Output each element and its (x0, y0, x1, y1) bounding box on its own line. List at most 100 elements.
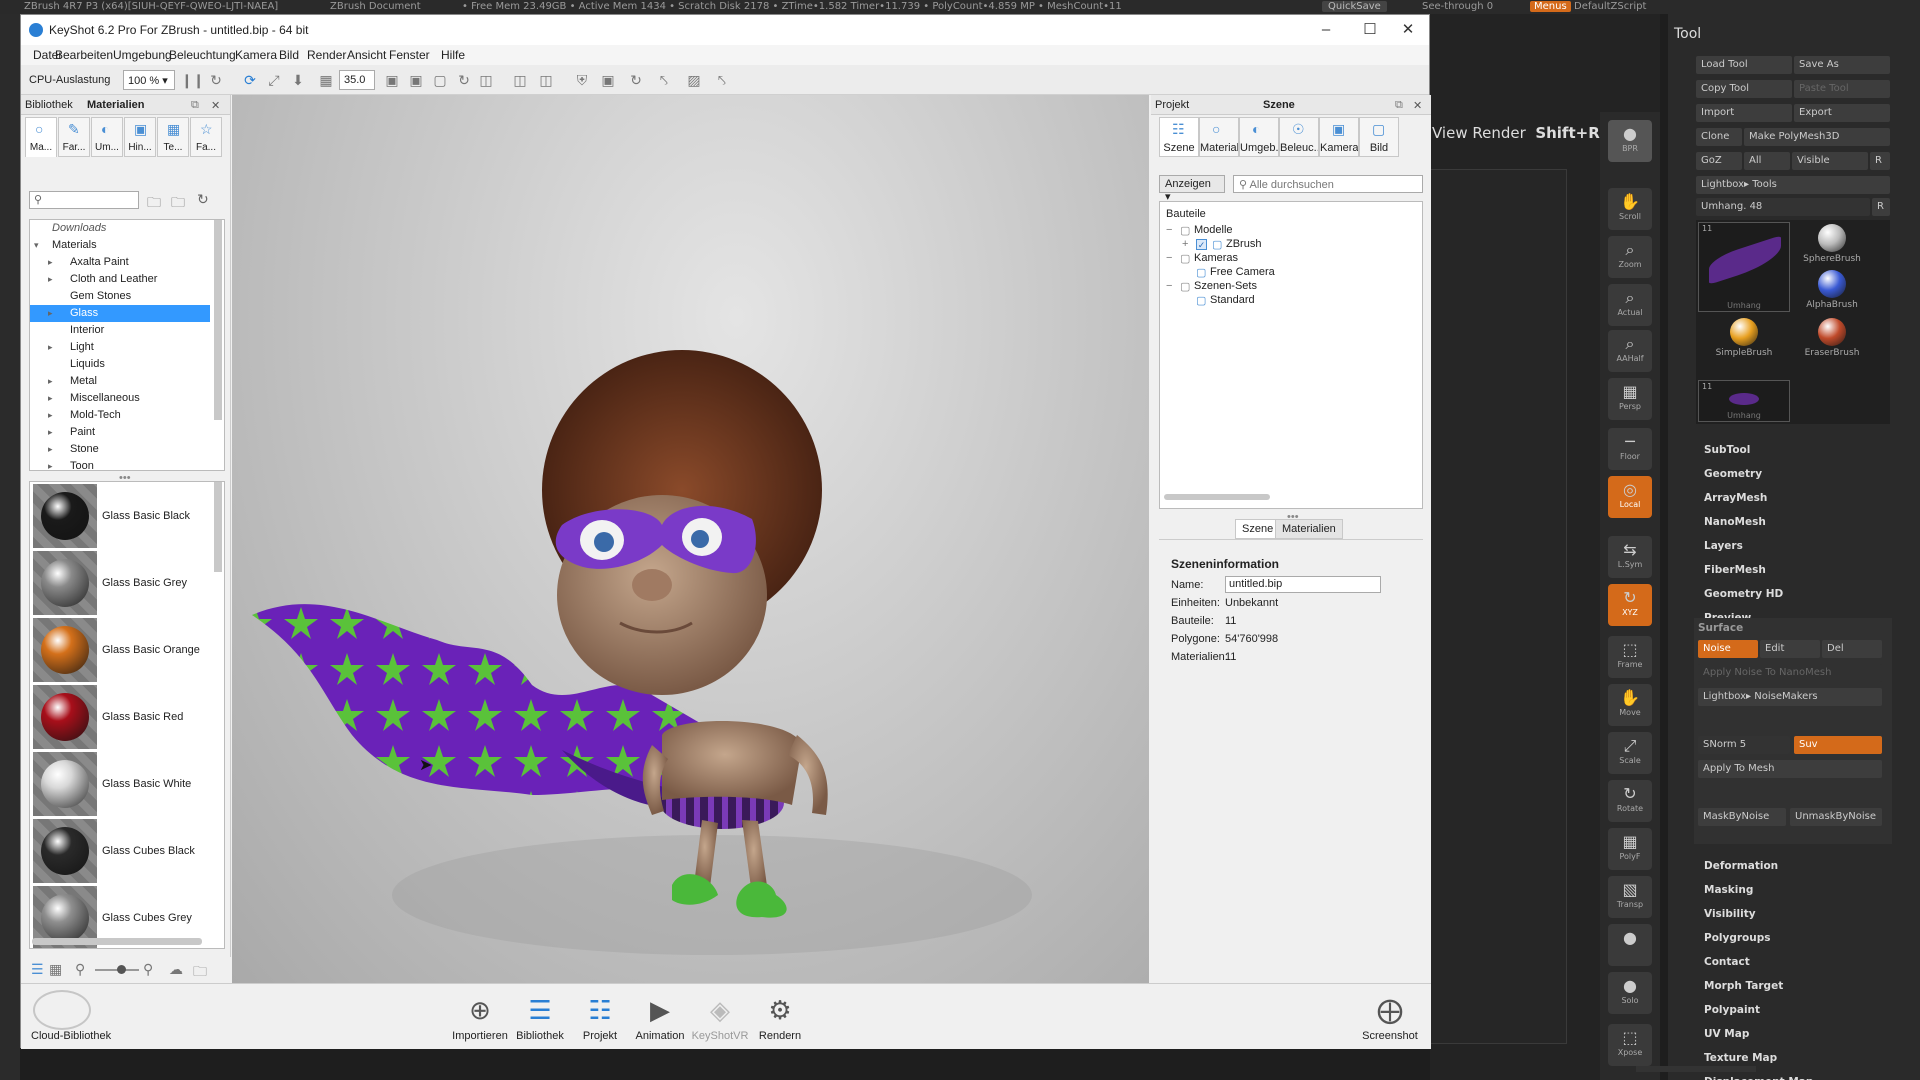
brush-thumb[interactable]: EraserBrush (1802, 318, 1862, 358)
material-swatch[interactable] (33, 618, 97, 682)
folder-out-icon[interactable]: 🗀 (193, 961, 207, 985)
fov-input[interactable]: 35.0 (339, 70, 375, 90)
goz-all-button[interactable]: All (1744, 152, 1790, 170)
library-type-tab-5[interactable]: ☆ Fa... (190, 117, 222, 157)
tree-item-5[interactable]: ▸ Glass (30, 305, 210, 322)
tool-section-6[interactable]: Geometry HD (1704, 588, 1783, 600)
list-view-icon[interactable]: ☰ (31, 961, 44, 978)
tree-item-1[interactable]: ▾ Materials (30, 237, 210, 254)
menus-button[interactable]: Menus (1530, 1, 1571, 12)
paste-tool-button[interactable]: Paste Tool (1794, 80, 1890, 98)
cloud-library-label[interactable]: Cloud-Bibliothek (31, 1030, 111, 1042)
brush-thumb[interactable]: AlphaBrush (1802, 270, 1862, 310)
export-button[interactable]: Export (1794, 104, 1890, 122)
tool-icon-8[interactable]: ⤣ (713, 71, 731, 89)
scene-tree-expander[interactable]: − (1166, 252, 1172, 264)
tool-section-2[interactable]: ArrayMesh (1704, 492, 1767, 504)
shelf-xpose-button[interactable]: ⬚ Xpose (1608, 1024, 1652, 1066)
project-close-icon[interactable]: ✕ (1413, 99, 1422, 112)
scene-search-input[interactable]: ⚲ Alle durchsuchen (1233, 175, 1423, 193)
save-as-button[interactable]: Save As (1794, 56, 1890, 74)
project-tab-4[interactable]: ▣ Kamera (1319, 117, 1359, 157)
download-icon[interactable]: ⬇ (289, 71, 307, 89)
tool-section-b-7[interactable]: UV Map (1704, 1028, 1749, 1040)
shelf-scale-button[interactable]: ⤢ Scale (1608, 732, 1652, 774)
menu-item-4[interactable]: Kamera (235, 48, 277, 62)
tool-section-b-6[interactable]: Polypaint (1704, 1004, 1760, 1016)
tool-section-b-2[interactable]: Visibility (1704, 908, 1756, 920)
tree-item-3[interactable]: ▸ Cloth and Leather (30, 271, 210, 288)
shelf-aahalf-button[interactable]: ⌕ AAHalf (1608, 330, 1652, 372)
tool-section-b-4[interactable]: Contact (1704, 956, 1750, 968)
menu-item-7[interactable]: Ansicht (347, 48, 386, 62)
tab-library[interactable]: Bibliothek (25, 99, 73, 111)
import-button[interactable]: Import (1696, 104, 1792, 122)
tool-section-3[interactable]: NanoMesh (1704, 516, 1766, 528)
project-tab-0[interactable]: ☷ Szene (1159, 117, 1199, 157)
menu-item-1[interactable]: Bearbeiten (55, 48, 113, 62)
make-polymesh-button[interactable]: Make PolyMesh3D (1744, 128, 1890, 146)
shelf-transp-button[interactable]: ▧ Transp (1608, 876, 1652, 918)
cpu-usage-select[interactable]: 100 % ▾ (123, 70, 175, 90)
tree-item-13[interactable]: ▸ Stone (30, 441, 210, 458)
tree-item-0[interactable]: Downloads (30, 220, 210, 237)
library-type-tab-0[interactable]: ○ Ma... (25, 117, 57, 157)
bottom-button-5[interactable]: ⚙ Rendern (745, 984, 815, 1050)
tab-project[interactable]: Projekt (1155, 99, 1189, 111)
screenshot-button[interactable]: ⨁ Screenshot (1355, 984, 1425, 1050)
menu-item-5[interactable]: Bild (279, 48, 299, 62)
scene-node-label[interactable]: Standard (1210, 294, 1255, 306)
tree-item-12[interactable]: ▸ Paint (30, 424, 210, 441)
close-icon[interactable]: ✕ (1393, 19, 1423, 41)
cycle-icon[interactable]: ↻ (627, 71, 645, 89)
copy-tool-button[interactable]: Copy Tool (1696, 80, 1792, 98)
project-undock-icon[interactable]: ⧉ (1395, 99, 1403, 112)
tool-section-1[interactable]: Geometry (1704, 468, 1762, 480)
show-dropdown[interactable]: Anzeigen ▾ (1159, 175, 1225, 203)
shelf-local-button[interactable]: ◎ Local (1608, 476, 1652, 518)
shelf-solo-button[interactable]: ● Solo (1608, 972, 1652, 1014)
material-swatch[interactable] (33, 551, 97, 615)
scene-tree-expander[interactable]: + (1182, 238, 1188, 250)
tool-section-b-1[interactable]: Masking (1704, 884, 1753, 896)
tool-section-b-3[interactable]: Polygroups (1704, 932, 1771, 944)
scene-tree-expander[interactable]: − (1166, 280, 1172, 292)
tool-thumb-umhang[interactable]: 11 Umhang (1698, 222, 1790, 312)
tool-icon-2[interactable]: ▣ (407, 71, 425, 89)
library-type-tab-1[interactable]: ✎ Far... (58, 117, 90, 157)
thumb-size-handle[interactable] (117, 965, 126, 974)
current-tool-slider[interactable]: Umhang. 48 (1696, 198, 1870, 216)
shelf-persp-button[interactable]: ▦ Persp (1608, 378, 1652, 420)
default-zscript-button[interactable]: DefaultZScript (1574, 1, 1646, 12)
shelf-ghost-button[interactable]: ● (1608, 924, 1652, 966)
swatch-scrollbar[interactable] (214, 482, 222, 572)
material-swatch[interactable] (33, 819, 97, 883)
library-search-input[interactable]: ⚲ (29, 191, 139, 209)
tool-section-b-0[interactable]: Deformation (1704, 860, 1778, 872)
tool-thumb-umhang-2[interactable]: 11 Umhang (1698, 380, 1790, 422)
tree-item-6[interactable]: Interior (30, 322, 210, 339)
subtab-scene[interactable]: Szene (1235, 519, 1281, 539)
shelf-zoom-button[interactable]: ⌕ Zoom (1608, 236, 1652, 278)
tool-section-b-5[interactable]: Morph Target (1704, 980, 1783, 992)
noise-edit-button[interactable]: Edit (1760, 640, 1820, 658)
scene-node-label[interactable]: Free Camera (1210, 266, 1275, 278)
tool-section-5[interactable]: FiberMesh (1704, 564, 1766, 576)
shelf-xyz-button[interactable]: ↻ XYZ (1608, 584, 1652, 626)
pause-icon[interactable]: ❙❙ (181, 71, 204, 89)
panel-close-icon[interactable]: ✕ (211, 99, 220, 112)
project-tab-3[interactable]: ☉ Beleuc... (1279, 117, 1319, 157)
scene-node-label[interactable]: Modelle (1194, 224, 1233, 236)
region-icon[interactable]: ▣ (599, 71, 617, 89)
minimize-icon[interactable]: – (1311, 19, 1341, 41)
surface-title[interactable]: Surface (1698, 622, 1743, 634)
swatch-hscrollbar[interactable] (32, 938, 202, 945)
scene-node-label[interactable]: ZBrush (1226, 238, 1261, 250)
add-folder-icon[interactable]: 🗀 (171, 192, 185, 216)
reload-icon[interactable]: ⟳ (241, 71, 259, 89)
project-tab-2[interactable]: ◐ Umgeb... (1239, 117, 1279, 157)
screen-icon[interactable]: ▨ (685, 71, 703, 89)
shelf-move-button[interactable]: ✋ Move (1608, 684, 1652, 726)
tool-r-button[interactable]: R (1872, 198, 1890, 216)
noise-button[interactable]: Noise (1698, 640, 1758, 658)
